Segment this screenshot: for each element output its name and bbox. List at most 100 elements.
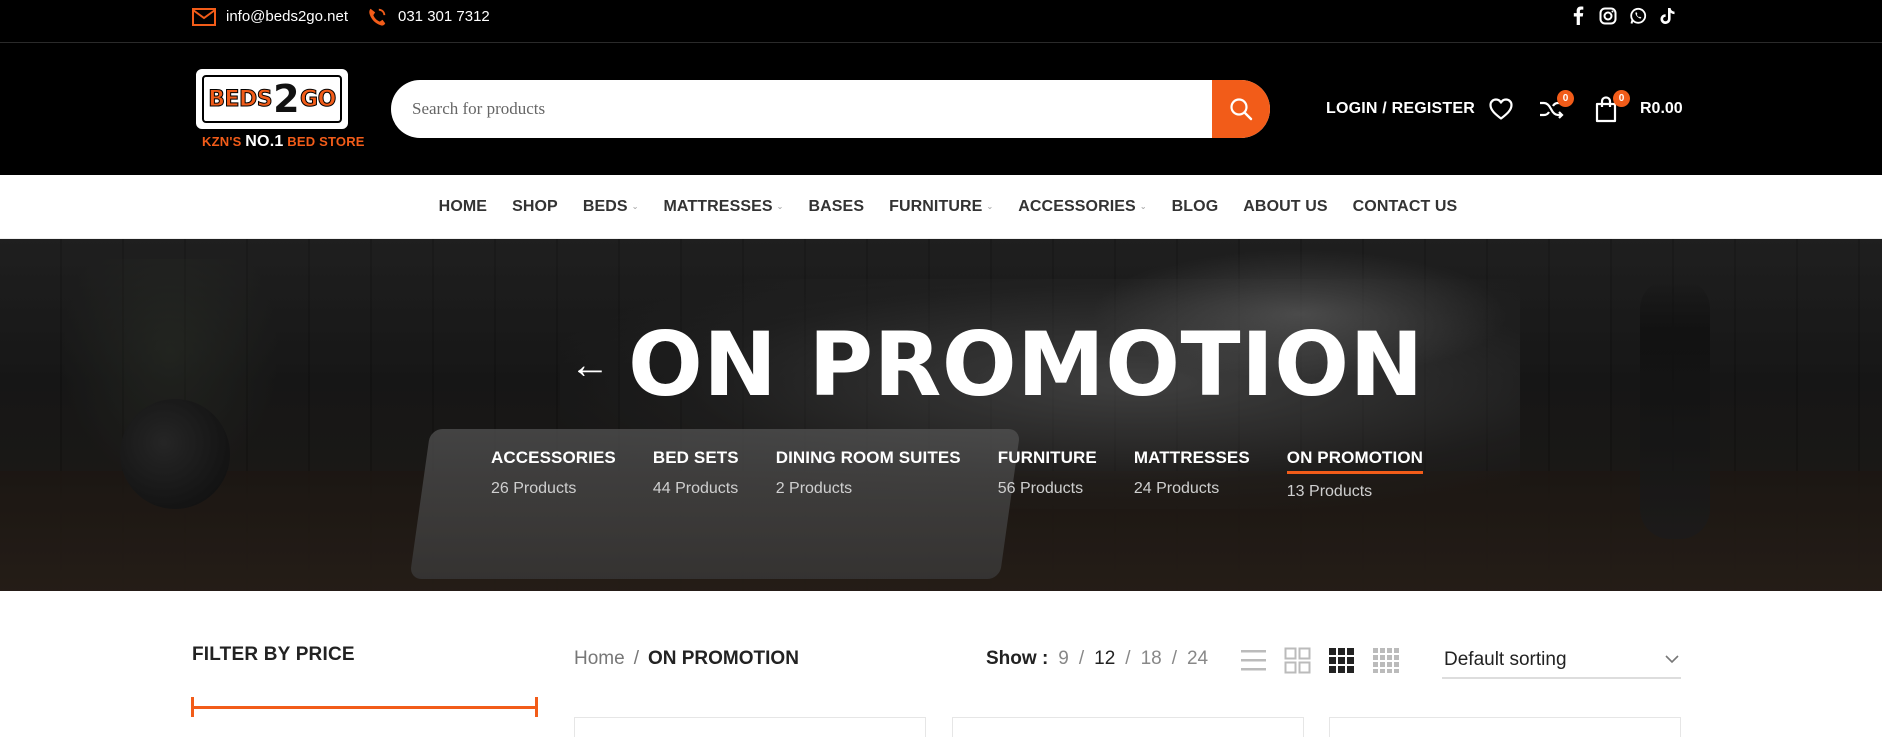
show-option-9[interactable]: 9: [1058, 648, 1069, 670]
site-logo[interactable]: BEDS 2 GO KZN'S NO.1 BED STORE: [196, 69, 364, 177]
nav-item-label: SHOP: [512, 197, 558, 215]
search-icon: [1230, 98, 1253, 121]
sort-select[interactable]: Default sorting: [1442, 642, 1681, 679]
show-separator: /: [1078, 648, 1085, 669]
facebook-icon[interactable]: [1568, 6, 1587, 25]
phone-icon: [369, 8, 386, 26]
heart-icon: [1489, 98, 1513, 120]
compare-button[interactable]: 0: [1538, 80, 1574, 138]
nav-item-home[interactable]: HOME: [439, 198, 487, 216]
price-slider[interactable]: [191, 697, 538, 717]
price-slider-max-handle[interactable]: [535, 697, 538, 717]
logo-tag-right: BED STORE: [287, 134, 365, 149]
phone-link[interactable]: 031 301 7312: [366, 0, 490, 33]
grid-3-view-icon[interactable]: [1328, 647, 1355, 679]
chevron-down-icon: ⌄: [1139, 202, 1147, 211]
phone-text: 031 301 7312: [398, 8, 490, 25]
logo-word-left: BEDS: [208, 86, 273, 112]
product-card[interactable]: [1329, 717, 1681, 737]
category-link-accessories[interactable]: ACCESSORIES 26 Products: [491, 448, 616, 501]
list-view-icon[interactable]: [1240, 647, 1267, 679]
cart-button[interactable]: 0: [1594, 80, 1630, 138]
show-label: Show :: [986, 648, 1049, 669]
filter-by-price-title: FILTER BY PRICE: [192, 644, 355, 665]
nav-item-blog[interactable]: BLOG: [1172, 198, 1219, 216]
logo-word-right: GO: [300, 86, 337, 112]
nav-item-shop[interactable]: SHOP: [512, 198, 558, 216]
nav-item-label: ABOUT US: [1243, 197, 1328, 215]
breadcrumb-separator: /: [633, 648, 639, 669]
nav-item-label: BLOG: [1171, 197, 1219, 215]
search-bar: [391, 80, 1270, 138]
login-register-link[interactable]: LOGIN / REGISTER: [1326, 80, 1475, 138]
cart-count-badge: 0: [1613, 90, 1630, 107]
nav-item-label: FURNITURE: [889, 197, 983, 215]
nav-item-label: ACCESSORIES: [1018, 197, 1136, 215]
category-link-furniture[interactable]: FURNITURE 56 Products: [998, 448, 1097, 501]
category-link-mattresses[interactable]: MATTRESSES 24 Products: [1134, 448, 1250, 501]
nav-item-furniture[interactable]: FURNITURE ⌄: [889, 198, 993, 216]
show-separator: /: [1125, 648, 1131, 669]
nav-item-mattresses[interactable]: MATTRESSES ⌄: [664, 198, 784, 216]
hero-title-row: ← ON PROMOTION: [570, 321, 1424, 409]
chevron-down-icon: ⌄: [631, 202, 639, 211]
nav-item-accessories[interactable]: ACCESSORIES ⌄: [1018, 198, 1146, 216]
page-hero: ← ON PROMOTION ACCESSORIES 26 Products BED…: [0, 239, 1882, 591]
tiktok-icon[interactable]: [1658, 6, 1677, 25]
grid-4-view-icon[interactable]: [1372, 647, 1401, 679]
category-link-dining-room-suites[interactable]: DINING ROOM SUITES 2 Products: [776, 448, 961, 501]
price-slider-min-handle[interactable]: [191, 697, 194, 717]
main-header: BEDS 2 GO KZN'S NO.1 BED STORE LOGIN / R…: [0, 43, 1882, 175]
cart-total[interactable]: R0.00: [1640, 80, 1683, 138]
logo-inner: BEDS 2 GO: [202, 75, 342, 123]
view-switcher: [1240, 647, 1401, 679]
show-option-12[interactable]: 12: [1094, 648, 1115, 670]
email-link[interactable]: info@beds2go.net: [192, 0, 348, 33]
category-name: BED SETS: [652, 448, 739, 467]
breadcrumb-home[interactable]: Home: [574, 648, 625, 670]
product-card[interactable]: [952, 717, 1304, 737]
nav-list: HOME SHOP BEDS ⌄ MATTRESSES ⌄ BASES FURNITURE ⌄ A…: [439, 198, 1458, 216]
category-count: 24 Products: [1133, 480, 1220, 497]
nav-item-label: HOME: [438, 197, 488, 215]
category-link-on-promotion[interactable]: ON PROMOTION 13 Products: [1286, 448, 1424, 501]
breadcrumb: Home / ON PROMOTION: [574, 648, 799, 670]
nav-item-label: MATTRESSES: [663, 197, 773, 215]
instagram-icon[interactable]: [1598, 6, 1617, 25]
show-option-18[interactable]: 18: [1141, 648, 1162, 670]
nav-item-label: BASES: [808, 197, 865, 215]
whatsapp-icon[interactable]: [1628, 6, 1647, 25]
search-button[interactable]: [1212, 80, 1270, 138]
top-bar: info@beds2go.net 031 301 7312: [0, 0, 1882, 43]
nav-item-about-us[interactable]: ABOUT US: [1243, 198, 1327, 216]
product-card[interactable]: [574, 717, 926, 737]
back-arrow-icon[interactable]: ←: [570, 345, 610, 385]
category-count: 2 Products: [775, 480, 853, 497]
breadcrumb-current: ON PROMOTION: [647, 648, 799, 669]
search-input[interactable]: [391, 80, 1213, 138]
category-count: 26 Products: [491, 480, 577, 497]
nav-item-contact-us[interactable]: CONTACT US: [1353, 198, 1458, 216]
logo-tagline: KZN'S NO.1 BED STORE: [202, 133, 365, 151]
wishlist-button[interactable]: [1488, 80, 1514, 138]
show-option-24[interactable]: 24: [1187, 648, 1208, 670]
category-count: 44 Products: [652, 480, 739, 497]
show-separator: /: [1171, 648, 1177, 669]
category-name: DINING ROOM SUITES: [775, 448, 961, 467]
price-slider-track: [191, 706, 538, 709]
logo-box: BEDS 2 GO: [196, 69, 348, 129]
social-links: [1568, 0, 1677, 31]
chevron-down-icon: ⌄: [986, 202, 994, 211]
category-link-bed-sets[interactable]: BED SETS 44 Products: [653, 448, 739, 501]
grid-2-view-icon[interactable]: [1284, 647, 1311, 679]
category-name: ON PROMOTION: [1286, 448, 1424, 474]
category-count: 13 Products: [1286, 483, 1373, 500]
category-count: 56 Products: [997, 480, 1084, 497]
mail-icon: [192, 7, 216, 26]
products-per-page: Show : 9 / 12 / 18 / 24: [986, 648, 1208, 670]
category-name: ACCESSORIES: [491, 448, 616, 467]
category-list: ACCESSORIES 26 Products BED SETS 44 Product…: [491, 448, 1460, 501]
nav-item-bases[interactable]: BASES: [808, 198, 864, 216]
page-title: ON PROMOTION: [628, 313, 1424, 416]
nav-item-beds[interactable]: BEDS ⌄: [583, 198, 639, 216]
